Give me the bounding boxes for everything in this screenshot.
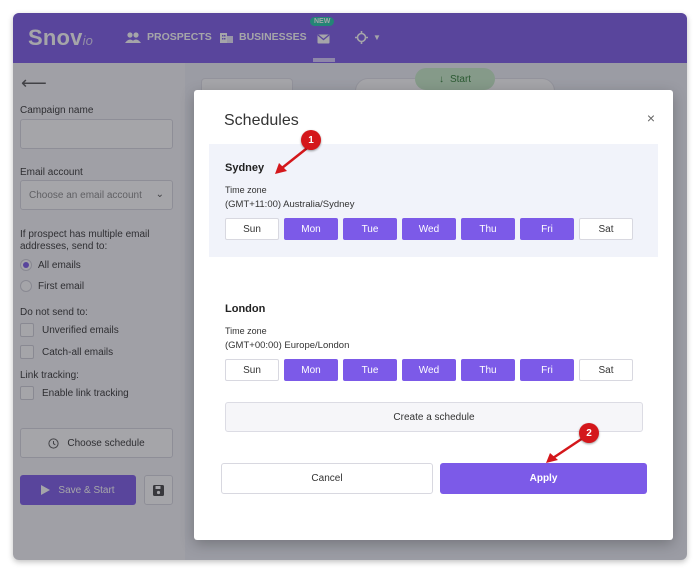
step-marker-1: 1	[301, 130, 321, 150]
annotation-arrows	[275, 144, 584, 463]
step-marker-2: 2	[579, 423, 599, 443]
app-window: Snovio PROSPECTS BUSINESSES NEW ▼ ⟵ Camp…	[13, 13, 687, 560]
